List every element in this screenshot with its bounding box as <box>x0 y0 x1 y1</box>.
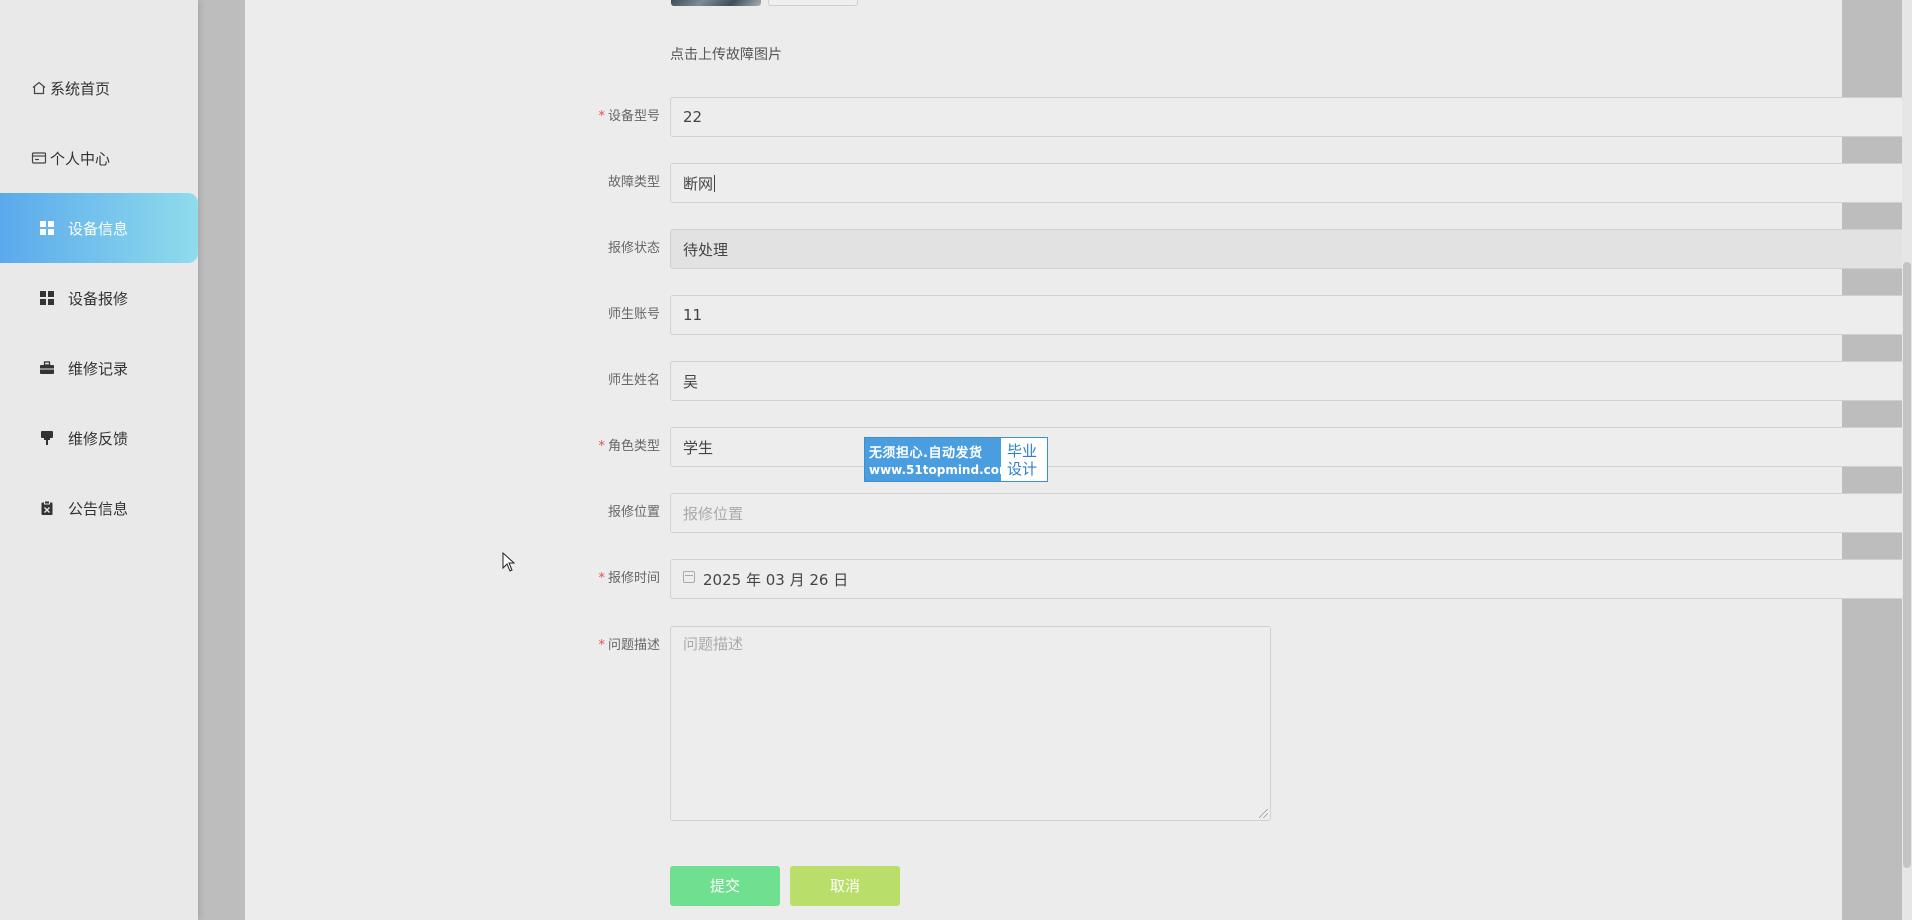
sidebar-item-label: 公告信息 <box>68 499 129 518</box>
watermark-right: 毕业 设计 <box>1001 438 1047 481</box>
sidebar-item-repair-feedback[interactable]: 维修反馈 <box>0 403 198 473</box>
upload-image-box[interactable] <box>768 0 858 6</box>
account-label: 师生账号 <box>505 307 660 323</box>
resize-handle[interactable] <box>1259 809 1268 818</box>
label-text: 问题描述 <box>607 638 660 653</box>
repair-status-select[interactable]: 待处理 ⌄ <box>670 229 1912 269</box>
sidebar-item-label: 设备信息 <box>68 219 129 238</box>
required-mark: * <box>598 439 605 454</box>
repair-time-label: * 报修时间 <box>505 571 660 587</box>
sidebar-item-label: 个人中心 <box>50 149 111 168</box>
sidebar-item-label: 维修反馈 <box>68 429 129 448</box>
repair-status-value: 待处理 <box>683 240 729 259</box>
watermark-right-top: 毕业 <box>1007 441 1038 460</box>
required-mark: * <box>598 571 605 586</box>
grid-icon <box>38 219 56 237</box>
feedback-icon <box>38 429 56 447</box>
profile-card-icon <box>30 149 48 167</box>
repair-time-value: 2025 年 03 月 26 日 <box>703 570 849 589</box>
label-text: 师生姓名 <box>607 373 660 388</box>
device-model-input[interactable]: 22 <box>670 97 1912 137</box>
fault-type-input[interactable]: 断网 ✕ <box>670 163 1912 203</box>
grid-icon <box>38 289 56 307</box>
account-input[interactable]: 11 <box>670 295 1912 335</box>
watermark-url: www.51topmind.com <box>869 463 1012 477</box>
sidebar-item-announcements[interactable]: 公告信息 <box>0 473 198 543</box>
scrollbar-thumb[interactable] <box>1903 262 1911 868</box>
label-text: 报修状态 <box>607 241 660 256</box>
home-icon <box>30 79 48 97</box>
repair-status-label: 报修状态 <box>505 241 660 257</box>
description-placeholder: 问题描述 <box>683 635 744 653</box>
description-label: * 问题描述 <box>505 638 660 654</box>
sidebar-item-label: 维修记录 <box>68 359 129 378</box>
role-value: 学生 <box>683 438 714 457</box>
briefcase-icon <box>38 359 56 377</box>
sidebar-item-home[interactable]: 系统首页 <box>0 53 198 123</box>
mouse-cursor-icon <box>502 551 516 576</box>
fault-type-value: 断网 <box>683 174 714 193</box>
sidebar-item-label: 设备报修 <box>68 289 129 308</box>
label-text: 设备型号 <box>607 109 660 124</box>
upload-hint: 点击上传故障图片 <box>670 47 782 63</box>
watermark-slogan: 无须担心.自动发货 <box>869 446 983 461</box>
label-text: 报修时间 <box>607 571 660 586</box>
required-mark: * <box>598 638 605 653</box>
submit-button[interactable]: 提交 <box>670 866 780 906</box>
repair-time-datepicker[interactable]: 2025 年 03 月 26 日 <box>670 559 1912 599</box>
location-placeholder: 报修位置 <box>683 504 744 523</box>
label-text: 师生账号 <box>607 307 660 322</box>
role-label: * 角色类型 <box>505 439 660 455</box>
sidebar-item-profile[interactable]: 个人中心 <box>0 123 198 193</box>
fault-image-thumbnail[interactable] <box>671 0 761 6</box>
sidebar-item-repair-records[interactable]: 维修记录 <box>0 333 198 403</box>
watermark-banner: 无须担心.自动发货 www.51topmind.com 毕业 设计 <box>864 437 1048 482</box>
location-label: 报修位置 <box>505 505 660 521</box>
sidebar-item-device-repair[interactable]: 设备报修 <box>0 263 198 333</box>
name-input[interactable]: 吴 <box>670 361 1912 401</box>
name-label: 师生姓名 <box>505 373 660 389</box>
role-input[interactable]: 学生 <box>670 427 1912 467</box>
required-mark: * <box>598 109 605 124</box>
text-caret <box>714 174 716 192</box>
cancel-button[interactable]: 取消 <box>790 866 900 906</box>
watermark-left: 无须担心.自动发货 www.51topmind.com <box>865 438 1012 481</box>
scrollbar-track[interactable] <box>1902 0 1912 920</box>
label-text: 故障类型 <box>607 175 660 190</box>
label-text: 报修位置 <box>607 505 660 520</box>
calendar-icon <box>683 571 695 583</box>
label-text: 角色类型 <box>607 439 660 454</box>
sidebar: 系统首页 个人中心 设备信息 设备报修 维修记录 维修反馈 公告信息 <box>0 0 198 920</box>
device-model-label: * 设备型号 <box>505 109 660 125</box>
watermark-right-bottom: 设计 <box>1007 459 1038 478</box>
device-model-value: 22 <box>683 108 703 126</box>
sidebar-item-label: 系统首页 <box>50 79 111 98</box>
account-value: 11 <box>683 306 703 324</box>
sidebar-item-device-info[interactable]: 设备信息 <box>0 193 198 263</box>
description-textarea[interactable]: 问题描述 <box>670 626 1271 821</box>
name-value: 吴 <box>683 372 699 391</box>
location-input[interactable]: 报修位置 <box>670 493 1912 533</box>
fault-type-label: 故障类型 <box>505 175 660 191</box>
clipboard-icon <box>38 499 56 517</box>
content-panel: 点击上传故障图片 *设备型号 22 故障类型 断网 ✕ 报修状态 待处理 ⌄ 师… <box>245 0 1912 920</box>
